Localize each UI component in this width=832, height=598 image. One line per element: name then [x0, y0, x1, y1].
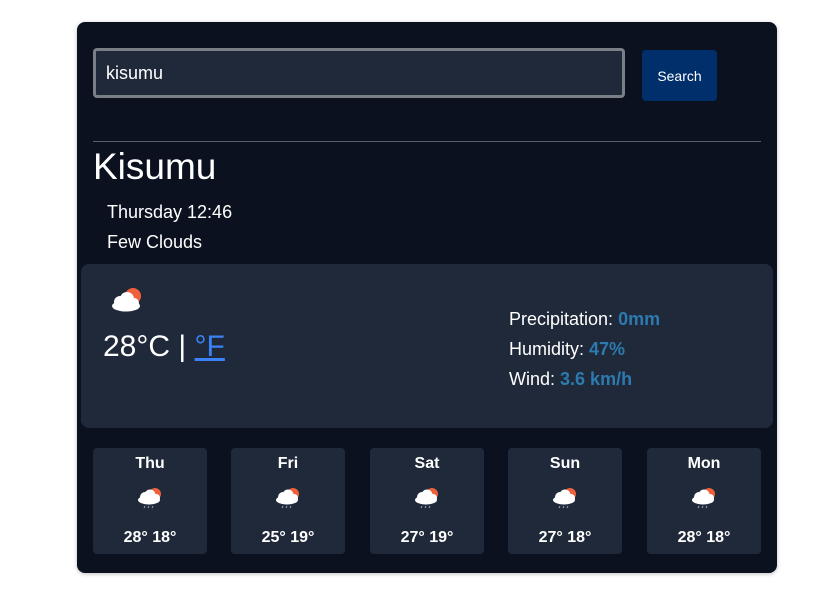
search-button[interactable]: Search	[642, 50, 717, 101]
celsius-unit: °C	[136, 330, 171, 363]
cloud-sun-icon	[110, 286, 144, 317]
weather-card: Search Kisumu Thursday 12:46 Few Clouds …	[77, 22, 777, 573]
cloud-sun-rain-icon	[274, 486, 302, 515]
forecast-max: 28°	[123, 529, 148, 546]
forecast-temps: 28° 18°	[93, 529, 207, 547]
humidity-value: 47%	[589, 339, 626, 359]
forecast-day: Mon 28° 18°	[647, 448, 761, 554]
precipitation-value: 0mm	[618, 309, 661, 329]
divider	[93, 141, 761, 142]
forecast-max: 27°	[538, 529, 563, 546]
forecast-day: Fri 25° 19°	[231, 448, 345, 554]
forecast-day-name: Mon	[687, 455, 721, 472]
unit-separator: |	[178, 330, 187, 363]
forecast-day-name: Fri	[277, 455, 299, 472]
forecast-min: 18°	[706, 529, 731, 546]
forecast-min: 19°	[429, 529, 454, 546]
cloud-sun-rain-icon	[136, 486, 164, 515]
forecast-temps: 28° 18°	[647, 529, 761, 547]
forecast-day-name: Sun	[549, 455, 581, 472]
forecast-day-name: Sat	[414, 455, 440, 472]
weather-description: Few Clouds	[107, 232, 203, 252]
forecast-day: Sat 27° 19°	[370, 448, 484, 554]
temperature-row: 28°C | °F	[103, 330, 225, 364]
forecast-temps: 27° 18°	[508, 529, 622, 547]
forecast-day-name: Thu	[135, 455, 165, 472]
cloud-sun-rain-icon	[690, 486, 718, 515]
forecast-min: 18°	[567, 529, 592, 546]
wind-label: Wind:	[509, 369, 556, 389]
current-temperature: 28	[103, 330, 137, 363]
forecast-max: 28°	[677, 529, 702, 546]
current-weather-panel: 28°C | °F Precipitation: 0mm Humidity: 4…	[81, 264, 773, 428]
wind-value: 3.6 km/h	[560, 369, 633, 389]
forecast-day: Sun 27° 18°	[508, 448, 622, 554]
date-time: Thursday 12:46	[107, 202, 233, 222]
fahrenheit-link[interactable]: °F	[195, 330, 225, 363]
humidity-label: Humidity:	[509, 339, 585, 359]
forecast-max: 27°	[400, 529, 425, 546]
cloud-sun-rain-icon	[413, 486, 441, 515]
forecast-day: Thu 28° 18°	[93, 448, 207, 554]
precipitation-label: Precipitation:	[509, 309, 614, 329]
search-input[interactable]	[93, 48, 625, 98]
forecast-min: 19°	[290, 529, 315, 546]
weather-stats: Precipitation: 0mm Humidity: 47% Wind: 3…	[509, 304, 660, 394]
forecast-temps: 27° 19°	[370, 529, 484, 547]
cloud-sun-rain-icon	[551, 486, 579, 515]
city-name: Kisumu	[93, 146, 217, 187]
precipitation-row: Precipitation: 0mm	[509, 304, 660, 334]
wind-row: Wind: 3.6 km/h	[509, 364, 660, 394]
forecast-max: 25°	[261, 529, 286, 546]
forecast-min: 18°	[152, 529, 177, 546]
humidity-row: Humidity: 47%	[509, 334, 660, 364]
forecast-temps: 25° 19°	[231, 529, 345, 547]
